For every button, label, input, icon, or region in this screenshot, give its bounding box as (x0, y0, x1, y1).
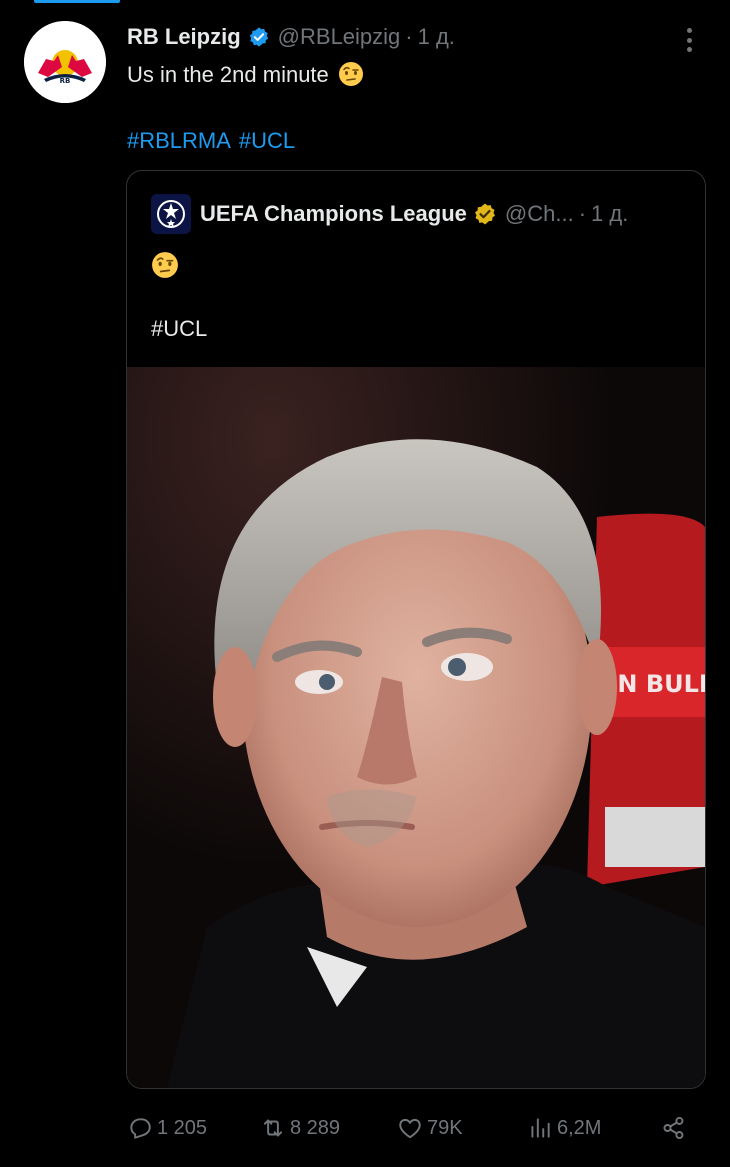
tweet-text-content: Us in the 2nd minute (127, 62, 329, 87)
tab-indicator (34, 0, 120, 3)
verified-badge-icon (248, 26, 270, 48)
reply-count: 1 205 (157, 1116, 208, 1139)
avatar[interactable]: RB (24, 21, 106, 103)
tweet-time[interactable]: 1 д. (418, 24, 455, 50)
face-with-raised-eyebrow-emoji-icon (338, 61, 364, 87)
author-name[interactable]: RB Leipzig (127, 24, 241, 50)
reply-icon (130, 1118, 151, 1139)
hashtag-link[interactable]: #UCL (239, 128, 295, 153)
views-button[interactable]: 6,2M (527, 1108, 601, 1148)
quoted-tweet-photo[interactable]: EN BULL (127, 367, 705, 1088)
views-chart-icon (531, 1118, 550, 1138)
views-count: 6,2M (557, 1116, 602, 1139)
heart-icon (399, 1118, 421, 1139)
share-icon (663, 1116, 684, 1140)
quoted-author-handle[interactable]: @Ch... (505, 201, 574, 227)
separator-dot: · (405, 24, 413, 49)
starball-icon (157, 200, 185, 228)
quoted-tweet-card[interactable]: UEFA Champions League @Ch... · 1 д. #UCL (126, 170, 706, 1089)
tweet-actions: 1 205 8 289 79K 6,2M (127, 1108, 707, 1148)
retweet-icon (263, 1119, 283, 1137)
more-options-icon[interactable] (683, 26, 695, 54)
tweet-hashtags: #RBLRMA #UCL (127, 126, 303, 156)
tweet-header: RB Leipzig @RBLeipzig · 1 д. (127, 22, 455, 52)
share-button[interactable] (661, 1108, 687, 1148)
rb-leipzig-logo: RB (24, 21, 106, 103)
author-handle[interactable]: @RBLeipzig (278, 24, 401, 50)
quoted-author-name[interactable]: UEFA Champions League (200, 201, 467, 227)
retweet-button[interactable]: 8 289 (260, 1108, 340, 1148)
separator-dot: · (578, 201, 587, 226)
tweet-text: Us in the 2nd minute (127, 60, 364, 90)
quoted-hashtag[interactable]: #UCL (151, 316, 207, 342)
quoted-tweet-header: UEFA Champions League @Ch... · 1 д. (151, 194, 628, 234)
svg-text:RB: RB (60, 77, 71, 85)
champions-league-avatar[interactable] (151, 194, 191, 234)
retweet-count: 8 289 (290, 1116, 341, 1139)
like-button[interactable]: 79K (397, 1108, 463, 1148)
gold-verified-badge-icon (473, 202, 497, 226)
reply-button[interactable]: 1 205 (127, 1108, 207, 1148)
like-count: 79K (427, 1116, 463, 1139)
hashtag-link[interactable]: #RBLRMA (127, 128, 231, 153)
face-with-raised-eyebrow-emoji-icon (151, 251, 179, 279)
quoted-tweet-time[interactable]: 1 д. (591, 201, 628, 227)
